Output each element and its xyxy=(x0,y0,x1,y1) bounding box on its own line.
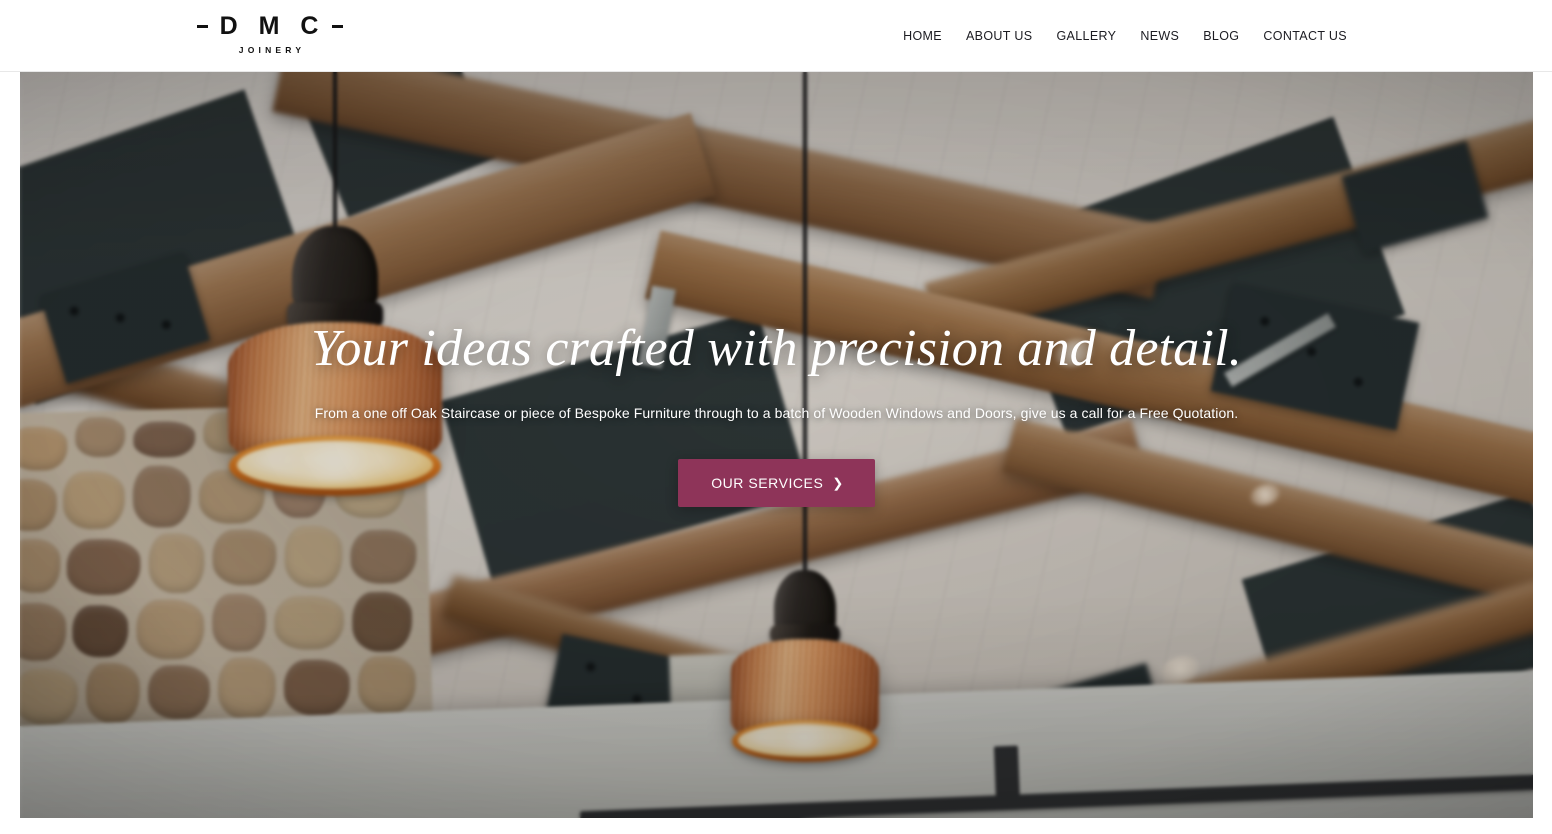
nav-item-gallery[interactable]: GALLERY xyxy=(1044,29,1128,43)
site-header: D M C JOINERY HOME ABOUT US GALLERY NEWS… xyxy=(0,0,1552,72)
nav-item-about-us[interactable]: ABOUT US xyxy=(954,29,1044,43)
nav-item-contact-us[interactable]: CONTACT US xyxy=(1251,29,1359,43)
nav-item-news[interactable]: NEWS xyxy=(1128,29,1191,43)
logo-letters: D M C xyxy=(219,12,326,40)
lamp-socket xyxy=(292,226,378,312)
logo-wordmark-row: D M C xyxy=(196,12,344,40)
main-navigation: HOME ABOUT US GALLERY NEWS BLOG CONTACT … xyxy=(891,0,1359,72)
pendant-lamp xyxy=(225,72,445,522)
lamp-bulb-glow xyxy=(275,442,395,482)
logo-right-dash-icon xyxy=(332,25,344,28)
logo-subtitle: JOINERY xyxy=(238,45,306,55)
chevron-right-icon: ❯ xyxy=(832,475,844,491)
nav-item-home[interactable]: HOME xyxy=(891,29,954,43)
lamp-cord xyxy=(333,72,337,240)
hero-section: Your ideas crafted with precision and de… xyxy=(20,72,1533,818)
site-logo[interactable]: D M C JOINERY xyxy=(196,12,344,55)
logo-left-dash-icon xyxy=(196,25,208,28)
nav-item-blog[interactable]: BLOG xyxy=(1191,29,1251,43)
lamp-cord xyxy=(803,72,807,584)
lamp-bulb-glow xyxy=(763,724,847,752)
our-services-button[interactable]: OUR SERVICES ❯ xyxy=(678,458,875,507)
our-services-button-label: OUR SERVICES xyxy=(711,474,824,491)
hero-background-image xyxy=(20,72,1533,818)
pendant-lamp xyxy=(725,72,885,772)
